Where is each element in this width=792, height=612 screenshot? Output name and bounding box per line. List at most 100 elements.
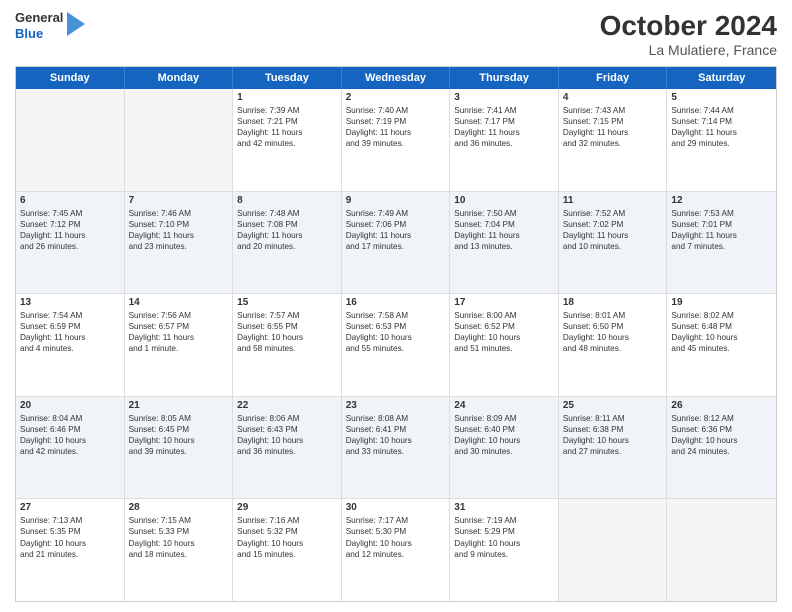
day-number: 23: [346, 400, 446, 411]
cell-line: Sunrise: 7:43 AM: [563, 105, 663, 116]
calendar-row: 20Sunrise: 8:04 AMSunset: 6:46 PMDayligh…: [16, 397, 776, 500]
day-number: 1: [237, 92, 337, 103]
logo: General Blue: [15, 10, 85, 41]
cell-line: and 17 minutes.: [346, 241, 446, 252]
calendar-cell: 8Sunrise: 7:48 AMSunset: 7:08 PMDaylight…: [233, 192, 342, 294]
cell-line: and 27 minutes.: [563, 446, 663, 457]
cell-line: Sunrise: 7:53 AM: [671, 208, 772, 219]
cell-line: Daylight: 11 hours: [237, 127, 337, 138]
calendar-cell: [125, 89, 234, 191]
cell-line: Daylight: 10 hours: [454, 538, 554, 549]
calendar: SundayMondayTuesdayWednesdayThursdayFrid…: [15, 66, 777, 602]
day-number: 7: [129, 195, 229, 206]
calendar-cell: 5Sunrise: 7:44 AMSunset: 7:14 PMDaylight…: [667, 89, 776, 191]
cell-line: Sunset: 6:53 PM: [346, 321, 446, 332]
day-number: 5: [671, 92, 772, 103]
calendar-row: 1Sunrise: 7:39 AMSunset: 7:21 PMDaylight…: [16, 89, 776, 192]
cell-line: Sunrise: 7:46 AM: [129, 208, 229, 219]
day-number: 17: [454, 297, 554, 308]
cell-line: Sunset: 7:21 PM: [237, 116, 337, 127]
cell-line: Sunset: 7:17 PM: [454, 116, 554, 127]
day-number: 16: [346, 297, 446, 308]
cell-line: Daylight: 10 hours: [237, 332, 337, 343]
calendar-cell: 27Sunrise: 7:13 AMSunset: 5:35 PMDayligh…: [16, 499, 125, 601]
cell-line: Sunrise: 7:39 AM: [237, 105, 337, 116]
cell-line: Sunrise: 7:54 AM: [20, 310, 120, 321]
calendar-cell: 10Sunrise: 7:50 AMSunset: 7:04 PMDayligh…: [450, 192, 559, 294]
cell-line: and 26 minutes.: [20, 241, 120, 252]
calendar-cell: 23Sunrise: 8:08 AMSunset: 6:41 PMDayligh…: [342, 397, 451, 499]
cell-line: and 7 minutes.: [671, 241, 772, 252]
page: General Blue October 2024 La Mulatiere, …: [0, 0, 792, 612]
calendar-cell: 19Sunrise: 8:02 AMSunset: 6:48 PMDayligh…: [667, 294, 776, 396]
cell-line: Sunset: 6:46 PM: [20, 424, 120, 435]
cell-line: Sunset: 6:41 PM: [346, 424, 446, 435]
cell-line: Sunrise: 8:02 AM: [671, 310, 772, 321]
cell-line: Daylight: 11 hours: [454, 127, 554, 138]
cell-line: Sunrise: 7:52 AM: [563, 208, 663, 219]
cell-line: Daylight: 11 hours: [346, 127, 446, 138]
cell-line: Sunrise: 7:41 AM: [454, 105, 554, 116]
cell-line: Daylight: 11 hours: [20, 230, 120, 241]
cell-line: and 24 minutes.: [671, 446, 772, 457]
cell-line: and 12 minutes.: [346, 549, 446, 560]
day-number: 11: [563, 195, 663, 206]
day-number: 2: [346, 92, 446, 103]
day-number: 10: [454, 195, 554, 206]
day-of-week-header: Thursday: [450, 67, 559, 89]
cell-line: Sunrise: 7:44 AM: [671, 105, 772, 116]
cell-line: Sunset: 5:35 PM: [20, 526, 120, 537]
calendar-cell: 1 Sunrise: 7:39 AMSunset: 7:21 PMDaylight…: [233, 89, 342, 191]
cell-line: Daylight: 10 hours: [563, 332, 663, 343]
calendar-cell: 11Sunrise: 7:52 AMSunset: 7:02 PMDayligh…: [559, 192, 668, 294]
calendar-cell: 6Sunrise: 7:45 AMSunset: 7:12 PMDaylight…: [16, 192, 125, 294]
calendar-cell: 16Sunrise: 7:58 AMSunset: 6:53 PMDayligh…: [342, 294, 451, 396]
calendar-cell: 22Sunrise: 8:06 AMSunset: 6:43 PMDayligh…: [233, 397, 342, 499]
cell-line: Daylight: 11 hours: [563, 230, 663, 241]
cell-line: Daylight: 10 hours: [454, 332, 554, 343]
cell-line: and 10 minutes.: [563, 241, 663, 252]
day-number: 13: [20, 297, 120, 308]
calendar-header: SundayMondayTuesdayWednesdayThursdayFrid…: [16, 67, 776, 89]
cell-line: and 15 minutes.: [237, 549, 337, 560]
calendar-cell: 4Sunrise: 7:43 AMSunset: 7:15 PMDaylight…: [559, 89, 668, 191]
cell-line: Daylight: 10 hours: [20, 435, 120, 446]
cell-line: Sunset: 6:36 PM: [671, 424, 772, 435]
cell-line: Sunset: 6:40 PM: [454, 424, 554, 435]
day-of-week-header: Monday: [125, 67, 234, 89]
calendar-cell: [16, 89, 125, 191]
day-number: 18: [563, 297, 663, 308]
cell-line: Sunrise: 8:04 AM: [20, 413, 120, 424]
day-number: 9: [346, 195, 446, 206]
day-number: 15: [237, 297, 337, 308]
cell-line: Sunrise: 7:58 AM: [346, 310, 446, 321]
cell-line: and 29 minutes.: [671, 138, 772, 149]
logo-text: General Blue: [15, 10, 63, 41]
cell-line: and 13 minutes.: [454, 241, 554, 252]
cell-line: Daylight: 11 hours: [346, 230, 446, 241]
cell-line: Sunrise: 7:57 AM: [237, 310, 337, 321]
cell-line: Daylight: 10 hours: [563, 435, 663, 446]
title-area: October 2024 La Mulatiere, France: [600, 10, 777, 58]
day-number: 26: [671, 400, 772, 411]
cell-line: Daylight: 10 hours: [671, 332, 772, 343]
cell-line: and 42 minutes.: [237, 138, 337, 149]
cell-line: Daylight: 10 hours: [20, 538, 120, 549]
day-of-week-header: Tuesday: [233, 67, 342, 89]
cell-line: Sunset: 5:33 PM: [129, 526, 229, 537]
cell-line: Sunrise: 8:08 AM: [346, 413, 446, 424]
cell-line: and 55 minutes.: [346, 343, 446, 354]
cell-line: and 1 minute.: [129, 343, 229, 354]
cell-line: Daylight: 11 hours: [563, 127, 663, 138]
calendar-cell: 2Sunrise: 7:40 AMSunset: 7:19 PMDaylight…: [342, 89, 451, 191]
day-number: 24: [454, 400, 554, 411]
day-number: 14: [129, 297, 229, 308]
cell-line: Sunset: 7:04 PM: [454, 219, 554, 230]
cell-line: and 45 minutes.: [671, 343, 772, 354]
calendar-cell: 14Sunrise: 7:56 AMSunset: 6:57 PMDayligh…: [125, 294, 234, 396]
cell-line: and 33 minutes.: [346, 446, 446, 457]
logo-general: General: [15, 10, 63, 26]
cell-line: Sunset: 7:19 PM: [346, 116, 446, 127]
calendar-cell: [667, 499, 776, 601]
cell-line: Sunset: 6:57 PM: [129, 321, 229, 332]
